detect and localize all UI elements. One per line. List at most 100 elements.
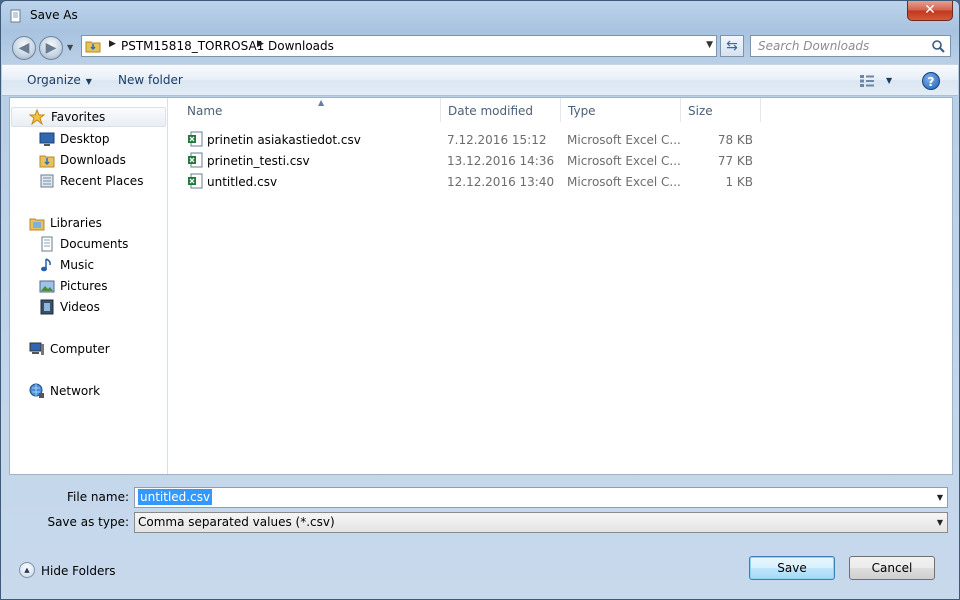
chevron-right-icon[interactable]: ▶	[109, 39, 116, 49]
file-name-input[interactable]: untitled.csv ▼	[134, 487, 948, 508]
hide-folders-label: Hide Folders	[41, 564, 116, 578]
organize-button[interactable]: Organize ▼	[27, 73, 92, 87]
back-button[interactable]: ◀	[12, 36, 36, 60]
breadcrumb-computer[interactable]: PSTM15818_TORROSA1	[121, 39, 264, 53]
navigation-bar: ◀ ▶ ▼ ▶ PSTM15818_TORROSA1 ▶ Downloads ▼…	[1, 31, 959, 63]
libraries-icon	[29, 218, 45, 231]
file-date: 12.12.2016 13:40	[447, 175, 555, 189]
network-icon	[29, 383, 44, 398]
forward-button[interactable]: ▶	[39, 36, 63, 60]
sidebar-item-libraries[interactable]: Libraries	[29, 213, 164, 233]
videos-icon	[40, 299, 54, 315]
chevron-down-icon[interactable]: ▼	[937, 493, 943, 502]
sidebar-item-recent-places[interactable]: Recent Places	[39, 171, 164, 191]
documents-icon	[41, 236, 53, 252]
chevron-down-icon[interactable]: ▼	[937, 518, 943, 527]
navigation-pane: Favorites Desktop Downloads Recent Place…	[10, 98, 168, 474]
chevron-right-icon[interactable]: ▶	[257, 39, 264, 49]
change-view-icon[interactable]	[859, 74, 875, 88]
save-as-type-label: Save as type:	[47, 515, 129, 529]
file-name: untitled.csv	[207, 175, 278, 189]
view-options-dropdown[interactable]: ▼	[886, 76, 892, 85]
command-toolbar: Organize ▼ New folder ▼ ?	[2, 64, 958, 96]
chevron-down-icon: ▼	[85, 77, 92, 86]
file-row[interactable]: prinetin asiakastiedot.csv 7.12.2016 15:…	[183, 129, 783, 149]
file-size: 77 KB	[717, 154, 753, 168]
file-name: prinetin asiakastiedot.csv	[207, 133, 361, 147]
star-icon	[29, 109, 45, 125]
file-type: Microsoft Excel C...	[567, 175, 681, 189]
sidebar-item-desktop[interactable]: Desktop	[39, 129, 164, 149]
sidebar-label: Network	[50, 384, 101, 398]
arrow-right-icon: ▶	[45, 40, 57, 56]
sidebar-label: Pictures	[60, 279, 108, 293]
sidebar-item-pictures[interactable]: Pictures	[39, 276, 164, 296]
file-size: 1 KB	[725, 175, 753, 189]
sidebar-item-downloads[interactable]: Downloads	[39, 150, 164, 170]
address-dropdown[interactable]: ▼	[706, 40, 713, 50]
column-label: Name	[187, 104, 223, 118]
computer-icon	[29, 342, 44, 355]
refresh-button[interactable]: ⇆	[720, 35, 744, 57]
sort-ascending-icon: ▲	[318, 98, 325, 107]
sidebar-label: Music	[60, 258, 95, 272]
column-header-date-modified[interactable]: Date modified	[441, 98, 561, 122]
column-header-name[interactable]: ▲ Name	[180, 98, 441, 122]
recent-places-icon	[40, 174, 54, 188]
sidebar-label: Libraries	[50, 216, 102, 230]
sidebar-label: Desktop	[60, 132, 110, 146]
file-type: Microsoft Excel C...	[567, 154, 681, 168]
sidebar-item-documents[interactable]: Documents	[39, 234, 164, 254]
save-button[interactable]: Save	[749, 556, 835, 580]
address-bar[interactable]: ▶ PSTM15818_TORROSA1 ▶ Downloads ▼	[81, 35, 717, 57]
desktop-icon	[39, 132, 55, 146]
save-as-type-value: Comma separated values (*.csv)	[138, 515, 335, 529]
file-name: prinetin_testi.csv	[207, 154, 310, 168]
column-header-type[interactable]: Type	[561, 98, 681, 122]
sidebar-item-network[interactable]: Network	[29, 381, 164, 401]
file-type: Microsoft Excel C...	[567, 133, 681, 147]
file-name-value[interactable]: untitled.csv	[138, 489, 213, 505]
help-icon[interactable]: ?	[922, 72, 940, 90]
new-folder-button[interactable]: New folder	[118, 73, 183, 87]
refresh-icon: ⇆	[726, 38, 738, 54]
sidebar-label: Documents	[60, 237, 129, 251]
search-icon[interactable]	[931, 39, 946, 54]
recent-locations-dropdown[interactable]: ▼	[67, 43, 73, 52]
organize-label: Organize	[27, 73, 81, 87]
file-list: ▲ Name Date modified Type Size prinetin …	[169, 98, 952, 474]
save-as-dialog: Save As ✕ ◀ ▶ ▼ ▶ PSTM15818_TORROSA1 ▶ D…	[0, 0, 960, 600]
sidebar-label: Downloads	[60, 153, 126, 167]
file-date: 7.12.2016 15:12	[447, 133, 547, 147]
music-note-icon	[41, 258, 51, 272]
sidebar-label: Computer	[50, 342, 110, 356]
sidebar-label: Recent Places	[60, 174, 144, 188]
downloads-folder-icon	[39, 155, 55, 168]
sidebar-item-music[interactable]: Music	[39, 255, 164, 275]
file-row[interactable]: untitled.csv 12.12.2016 13:40 Microsoft …	[183, 171, 783, 191]
title-bar[interactable]: Save As ✕	[1, 1, 959, 31]
file-name-label: File name:	[67, 490, 129, 504]
sidebar-item-videos[interactable]: Videos	[39, 297, 164, 317]
save-as-type-select[interactable]: Comma separated values (*.csv) ▼	[134, 512, 948, 533]
search-box[interactable]: Search Downloads	[750, 35, 951, 57]
file-date: 13.12.2016 14:36	[447, 154, 555, 168]
file-row[interactable]: prinetin_testi.csv 13.12.2016 14:36 Micr…	[183, 150, 783, 170]
search-input[interactable]: Search Downloads	[758, 39, 869, 53]
breadcrumb-downloads[interactable]: Downloads	[268, 39, 334, 53]
sidebar-item-computer[interactable]: Computer	[29, 339, 164, 359]
excel-csv-file-icon	[188, 173, 203, 189]
column-header-size[interactable]: Size	[681, 98, 761, 122]
close-button[interactable]: ✕	[907, 1, 953, 21]
cancel-button[interactable]: Cancel	[849, 556, 935, 580]
sidebar-item-favorites[interactable]: Favorites	[11, 107, 166, 127]
excel-csv-file-icon	[188, 152, 203, 168]
chevron-up-icon: ▲	[19, 562, 35, 578]
excel-csv-file-icon	[188, 131, 203, 147]
downloads-folder-icon	[85, 41, 101, 53]
file-size: 78 KB	[717, 133, 753, 147]
content-area: Favorites Desktop Downloads Recent Place…	[9, 97, 953, 475]
window-title: Save As	[30, 8, 78, 22]
pictures-icon	[39, 280, 55, 293]
arrow-left-icon: ◀	[18, 40, 30, 56]
